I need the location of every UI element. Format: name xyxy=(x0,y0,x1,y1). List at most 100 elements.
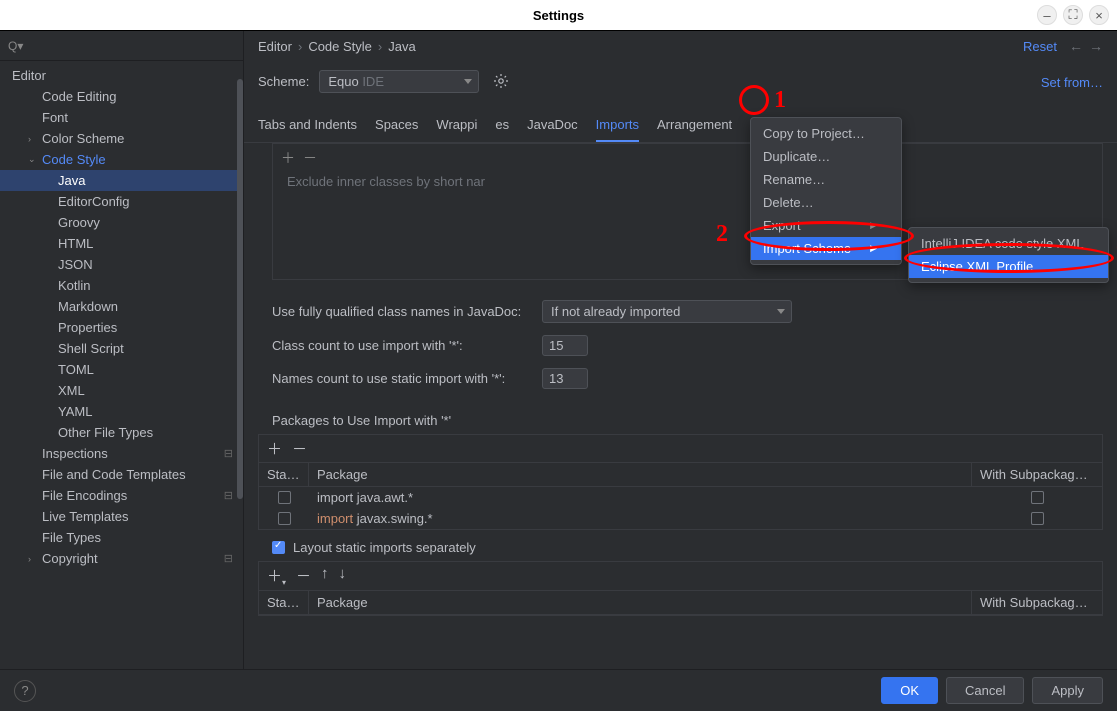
submenu-item[interactable]: Eclipse XML Profile xyxy=(909,255,1108,278)
apply-button[interactable]: Apply xyxy=(1032,677,1103,704)
remove-icon[interactable]: － xyxy=(296,565,311,587)
sub-checkbox[interactable] xyxy=(1031,512,1044,525)
menu-item[interactable]: Delete… xyxy=(751,191,901,214)
scrollbar[interactable] xyxy=(237,79,243,499)
column-static[interactable]: Sta… xyxy=(259,591,309,614)
tree-item[interactable]: Properties xyxy=(0,317,243,338)
window-title: Settings xyxy=(533,8,584,23)
breadcrumb-editor[interactable]: Editor xyxy=(258,39,292,54)
static-checkbox[interactable] xyxy=(278,491,291,504)
class-count-input[interactable] xyxy=(542,335,588,356)
tab[interactable]: es xyxy=(495,117,509,142)
breadcrumb-codestyle[interactable]: Code Style xyxy=(308,39,372,54)
move-down-icon[interactable]: ↓ xyxy=(339,565,347,587)
settings-tree[interactable]: Editor Code EditingFont›Color Scheme⌄Cod… xyxy=(0,61,243,669)
search-input[interactable] xyxy=(25,39,235,53)
column-package[interactable]: Package xyxy=(309,591,972,614)
tab[interactable]: Wrappi xyxy=(436,117,477,142)
tab[interactable]: JavaDoc xyxy=(527,117,578,142)
scheme-select[interactable]: Equo IDE xyxy=(319,70,479,93)
tree-item[interactable]: Inspections⊟ xyxy=(0,443,243,464)
menu-item[interactable]: Import Scheme▶ xyxy=(751,237,901,260)
menu-item[interactable]: Duplicate… xyxy=(751,145,901,168)
static-checkbox[interactable] xyxy=(278,512,291,525)
breadcrumb: Editor › Code Style › Java xyxy=(258,39,416,54)
scheme-context-menu: Copy to Project…Duplicate…Rename…Delete…… xyxy=(750,117,902,265)
import-scheme-submenu: IntelliJ IDEA code style XMLEclipse XML … xyxy=(908,227,1109,283)
tree-item[interactable]: ⌄Code Style xyxy=(0,149,243,170)
fq-names-label: Use fully qualified class names in JavaD… xyxy=(272,304,532,319)
menu-item[interactable]: Copy to Project… xyxy=(751,122,901,145)
minimize-button[interactable]: – xyxy=(1037,5,1057,25)
scheme-label: Scheme: xyxy=(258,74,309,89)
cancel-button[interactable]: Cancel xyxy=(946,677,1024,704)
tree-item[interactable]: ›Copyright⊟ xyxy=(0,548,243,569)
breadcrumb-sep: › xyxy=(378,39,382,54)
maximize-button[interactable]: ⛶ xyxy=(1063,5,1083,25)
tree-item-editor[interactable]: Editor xyxy=(0,65,243,86)
sub-checkbox[interactable] xyxy=(1031,491,1044,504)
scheme-actions-button[interactable] xyxy=(489,69,513,93)
tree-item[interactable]: JSON xyxy=(0,254,243,275)
settings-sidebar: Q▾ Editor Code EditingFont›Color Scheme⌄… xyxy=(0,31,244,669)
menu-item[interactable]: Export▶ xyxy=(751,214,901,237)
remove-icon[interactable]: － xyxy=(303,148,317,168)
tree-item[interactable]: Java xyxy=(0,170,243,191)
table-row[interactable]: import javax.swing.* xyxy=(259,508,1102,529)
tree-item[interactable]: Live Templates xyxy=(0,506,243,527)
tree-item[interactable]: File Types xyxy=(0,527,243,548)
tree-item[interactable]: Font xyxy=(0,107,243,128)
tree-item[interactable]: Markdown xyxy=(0,296,243,317)
fq-names-select[interactable]: If not already imported xyxy=(542,300,792,323)
reset-link[interactable]: Reset xyxy=(1023,39,1057,54)
nav-forward-icon[interactable]: → xyxy=(1089,38,1103,54)
search-row: Q▾ xyxy=(0,31,243,61)
static-imports-table: ＋▾ － ↑ ↓ Sta… Package With Subpackag… xyxy=(258,561,1103,616)
tree-item[interactable]: EditorConfig xyxy=(0,191,243,212)
tree-item[interactable]: File Encodings⊟ xyxy=(0,485,243,506)
search-prefix: Q▾ xyxy=(8,39,23,53)
tree-item[interactable]: Kotlin xyxy=(0,275,243,296)
set-from-link[interactable]: Set from… xyxy=(1041,75,1103,90)
add-icon[interactable]: ＋ xyxy=(281,148,295,168)
packages-section-title: Packages to Use Import with '*' xyxy=(258,395,1103,434)
exclude-hint: Exclude inner classes by short nar xyxy=(273,172,1102,195)
column-package[interactable]: Package xyxy=(309,463,972,486)
move-up-icon[interactable]: ↑ xyxy=(321,565,329,587)
nav-back-icon[interactable]: ← xyxy=(1069,38,1083,54)
code-style-tabs: Tabs and Indents Spaces Wrappi es JavaDoc Imp… xyxy=(244,101,1117,143)
names-count-input[interactable] xyxy=(542,368,588,389)
tree-item[interactable]: HTML xyxy=(0,233,243,254)
submenu-item[interactable]: IntelliJ IDEA code style XML xyxy=(909,232,1108,255)
tab[interactable]: Spaces xyxy=(375,117,418,142)
add-icon[interactable]: ＋ xyxy=(267,438,282,459)
add-split-icon[interactable]: ＋▾ xyxy=(267,565,286,587)
tree-item[interactable]: File and Code Templates xyxy=(0,464,243,485)
tab[interactable]: Imports xyxy=(596,117,639,142)
tab[interactable]: Arrangement xyxy=(657,117,732,142)
column-subpackages[interactable]: With Subpackag… xyxy=(972,463,1102,486)
layout-static-label: Layout static imports separately xyxy=(293,540,476,555)
gear-icon xyxy=(493,73,509,89)
layout-static-checkbox[interactable] xyxy=(272,541,285,554)
tab[interactable]: Tabs and Indents xyxy=(258,117,357,142)
help-button[interactable]: ? xyxy=(14,680,36,702)
breadcrumb-sep: › xyxy=(298,39,302,54)
tree-item[interactable]: Code Editing xyxy=(0,86,243,107)
breadcrumb-java[interactable]: Java xyxy=(388,39,415,54)
tree-item[interactable]: Other File Types xyxy=(0,422,243,443)
tree-item[interactable]: Shell Script xyxy=(0,338,243,359)
ok-button[interactable]: OK xyxy=(881,677,938,704)
tree-item[interactable]: ›Color Scheme xyxy=(0,128,243,149)
tree-item[interactable]: YAML xyxy=(0,401,243,422)
column-subpackages[interactable]: With Subpackag… xyxy=(972,591,1102,614)
tree-item[interactable]: TOML xyxy=(0,359,243,380)
column-static[interactable]: Sta… xyxy=(259,463,309,486)
remove-icon[interactable]: － xyxy=(292,438,307,459)
tree-item[interactable]: Groovy xyxy=(0,212,243,233)
menu-item[interactable]: Rename… xyxy=(751,168,901,191)
close-button[interactable]: × xyxy=(1089,5,1109,25)
table-row[interactable]: import java.awt.* xyxy=(259,487,1102,508)
tree-item[interactable]: XML xyxy=(0,380,243,401)
packages-table: ＋ － Sta… Package With Subpackag… import … xyxy=(258,434,1103,530)
